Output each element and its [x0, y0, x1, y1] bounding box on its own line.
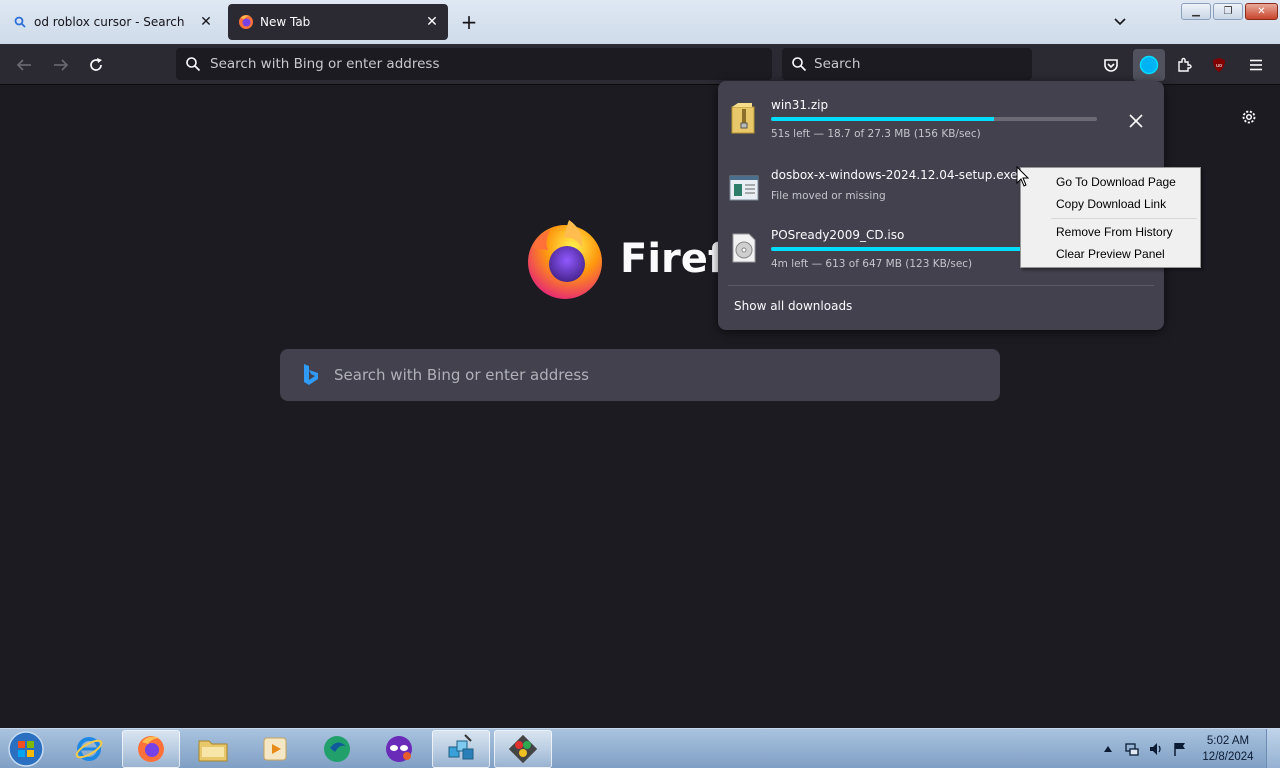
reload-icon: [90, 58, 102, 71]
folder-icon: [198, 740, 228, 762]
newtab-search-placeholder: Search with Bing or enter address: [334, 366, 589, 384]
internet-explorer-icon: [75, 737, 103, 761]
taskbar: 5:02 AM 12/8/2024: [0, 728, 1280, 768]
extensions-button[interactable]: [1171, 52, 1197, 78]
back-arrow-icon: [16, 59, 31, 71]
tab-new-tab[interactable]: New Tab ✕: [228, 4, 448, 40]
panel-divider: [728, 285, 1154, 286]
firefox-logo: [524, 218, 606, 300]
start-button[interactable]: [6, 730, 46, 768]
tab-title: od roblox cursor - Search: [34, 15, 185, 29]
windows-orb-icon: [8, 731, 44, 767]
bing-icon: [300, 363, 320, 387]
svg-text:uo: uo: [1216, 63, 1222, 69]
ublock-button[interactable]: uo: [1206, 52, 1232, 78]
ublock-shield-icon: uo: [1213, 58, 1225, 72]
download-filename: POSready2009_CD.iso: [771, 228, 905, 242]
system-tray: [1096, 729, 1192, 768]
taskbar-clock[interactable]: 5:02 AM 12/8/2024: [1196, 733, 1260, 765]
chevron-down-icon: [1114, 18, 1126, 26]
url-bar[interactable]: Search with Bing or enter address: [176, 48, 772, 80]
new-tab-button[interactable]: +: [458, 10, 480, 34]
maximize-button[interactable]: ❐: [1213, 3, 1243, 20]
taskbar-green-app[interactable]: [308, 730, 366, 768]
download-filename: win31.zip: [771, 98, 829, 112]
search-icon: [185, 56, 201, 72]
taskbar-file-explorer[interactable]: [184, 730, 242, 768]
show-all-downloads-button[interactable]: Show all downloads: [734, 299, 852, 313]
mouse-cursor-icon: [1016, 165, 1030, 188]
zip-folder-icon: [728, 101, 760, 135]
network-icon[interactable]: [1123, 740, 1141, 758]
close-icon[interactable]: ✕: [196, 12, 216, 32]
media-player-icon: [263, 737, 287, 761]
menu-item-go-to-download-page[interactable]: Go To Download Page: [1056, 175, 1176, 189]
reload-button[interactable]: [83, 52, 109, 78]
pocket-button[interactable]: [1098, 52, 1124, 78]
clock-time: 5:02 AM: [1206, 735, 1250, 747]
green-app-icon: [324, 736, 350, 762]
taskbar-internet-explorer[interactable]: [60, 730, 118, 768]
url-bar-placeholder: Search with Bing or enter address: [210, 56, 440, 72]
navigation-toolbar: Search with Bing or enter address Search…: [0, 44, 1280, 85]
show-hidden-icons-button[interactable]: [1099, 740, 1117, 758]
hamburger-menu-icon: [1250, 59, 1262, 71]
disc-image-icon: [728, 231, 760, 265]
cancel-download-button[interactable]: [1123, 108, 1149, 134]
installer-icon: [728, 171, 760, 205]
action-center-flag-icon[interactable]: [1171, 740, 1189, 758]
puzzle-icon: [1178, 57, 1192, 72]
downloads-button[interactable]: [1133, 49, 1165, 81]
app-menu-button[interactable]: [1243, 52, 1269, 78]
volume-icon[interactable]: [1147, 740, 1165, 758]
download-context-menu: Go To Download Page Copy Download Link R…: [1020, 167, 1201, 268]
close-window-button[interactable]: ✕: [1245, 3, 1278, 20]
menu-separator: [1051, 218, 1197, 219]
menu-item-clear-preview-panel[interactable]: Clear Preview Panel: [1056, 247, 1165, 261]
download-status: File moved or missing: [771, 190, 886, 202]
menu-item-remove-from-history[interactable]: Remove From History: [1056, 225, 1173, 239]
taskbar-media-player[interactable]: [246, 730, 304, 768]
search-icon: [791, 56, 807, 72]
personalize-settings-button[interactable]: [1238, 106, 1260, 128]
download-progress-bar: [771, 117, 1097, 121]
close-icon[interactable]: ✕: [422, 12, 442, 32]
forward-arrow-icon: [54, 59, 69, 71]
show-desktop-button[interactable]: [1266, 729, 1280, 768]
search-bar-placeholder: Search: [814, 56, 861, 72]
downloads-progress-icon: [1139, 55, 1159, 75]
download-progress-fill: [771, 117, 995, 121]
taskbar-blocks-app[interactable]: [432, 730, 490, 768]
firefox-icon: [238, 14, 254, 30]
search-bar[interactable]: Search: [782, 48, 1032, 80]
download-filename: dosbox-x-windows-2024.12.04-setup.exe: [771, 168, 1018, 182]
pocket-icon: [1104, 59, 1118, 72]
purple-mask-icon: [386, 736, 412, 762]
search-icon: [12, 14, 28, 30]
tools-app-icon: [508, 734, 538, 764]
tab-title: New Tab: [260, 15, 311, 29]
taskbar-tools-app[interactable]: [494, 730, 552, 768]
tab-search[interactable]: od roblox cursor - Search ✕: [2, 4, 222, 40]
newtab-search-input[interactable]: Search with Bing or enter address: [280, 349, 1000, 401]
forward-button[interactable]: [48, 52, 74, 78]
gear-icon: [1242, 110, 1256, 124]
minimize-button[interactable]: ▁: [1181, 3, 1211, 20]
back-button[interactable]: [11, 52, 37, 78]
list-all-tabs-button[interactable]: [1110, 12, 1130, 32]
download-status: 4m left — 613 of 647 MB (123 KB/sec): [771, 258, 973, 270]
taskbar-firefox[interactable]: [122, 730, 180, 768]
firefox-icon: [138, 736, 164, 762]
taskbar-purple-app[interactable]: [370, 730, 428, 768]
download-status: 51s left — 18.7 of 27.3 MB (156 KB/sec): [771, 128, 981, 140]
clock-date: 12/8/2024: [1202, 751, 1254, 763]
tab-strip: od roblox cursor - Search ✕ New Tab ✕ + …: [0, 0, 1280, 44]
blocks-app-icon: [448, 734, 474, 760]
download-item[interactable]: win31.zip 51s left — 18.7 of 27.3 MB (15…: [718, 91, 1164, 151]
close-icon: [1129, 114, 1143, 128]
menu-item-copy-download-link[interactable]: Copy Download Link: [1056, 197, 1166, 211]
